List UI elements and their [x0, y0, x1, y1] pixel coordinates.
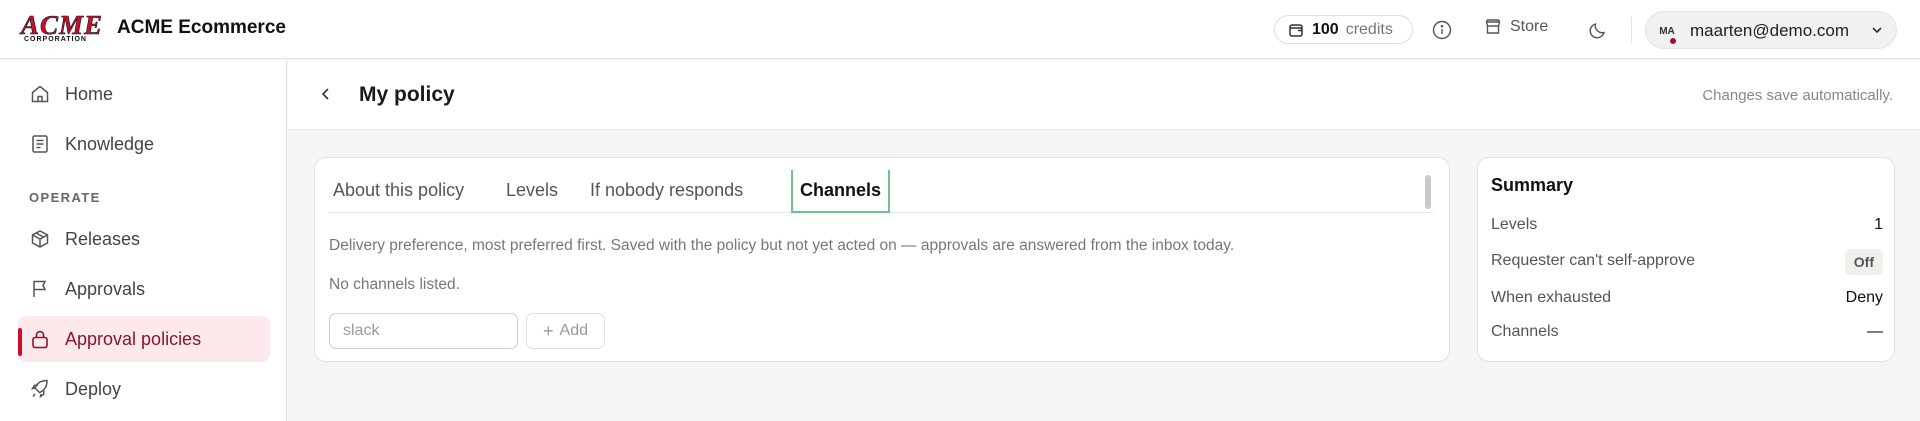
- policy-editor-card: About this policy Levels If nobody respo…: [314, 157, 1450, 362]
- channels-description: Delivery preference, most preferred firs…: [329, 237, 1235, 254]
- summary-key: Channels: [1491, 323, 1559, 340]
- box-icon: [31, 230, 49, 248]
- summary-key: Requester can't self-approve: [1491, 252, 1696, 269]
- summary-row-when-exhausted: When exhausted Deny: [1491, 285, 1883, 313]
- avatar: MA: [1659, 25, 1675, 37]
- sidebar-item-label: Releases: [65, 229, 141, 249]
- channel-input[interactable]: [329, 313, 518, 349]
- sidebar-item-deploy[interactable]: Deploy: [18, 366, 270, 412]
- theme-toggle-button[interactable]: [1587, 19, 1609, 41]
- book-icon: [32, 135, 48, 153]
- store-icon: [1485, 19, 1501, 34]
- plus-icon: +: [543, 321, 554, 341]
- credits-badge[interactable]: 100 credits: [1274, 15, 1413, 44]
- store-label: Store: [1510, 18, 1549, 35]
- wallet-icon: [1289, 23, 1303, 37]
- acme-logo[interactable]: ACME CORPORATION: [21, 10, 103, 47]
- app-title: ACME Ecommerce: [117, 17, 286, 38]
- user-email: maarten@demo.com: [1690, 21, 1849, 40]
- sidebar-item-label: Home: [65, 84, 114, 104]
- tab-scrollbar[interactable]: [1425, 175, 1431, 209]
- active-indicator: [18, 328, 22, 356]
- moon-icon: [1589, 23, 1605, 39]
- tab-about-this-policy[interactable]: About this policy: [333, 180, 464, 201]
- sidebar-item-approvals[interactable]: Approvals: [18, 266, 270, 312]
- sidebar-item-releases[interactable]: Releases: [18, 216, 270, 262]
- sidebar-item-approval-policies[interactable]: Approval policies: [18, 316, 270, 362]
- info-icon: [1432, 20, 1452, 40]
- info-button[interactable]: [1431, 19, 1453, 41]
- home-icon: [31, 85, 49, 103]
- sidebar-item-home[interactable]: Home: [18, 71, 270, 117]
- status-dot: [1670, 38, 1676, 44]
- sidebar-section-label: OPERATE: [29, 190, 101, 205]
- add-button-label: Add: [559, 322, 588, 339]
- autosave-note: Changes save automatically.: [1702, 87, 1893, 104]
- page-title: My policy: [359, 83, 455, 106]
- add-channel-button[interactable]: + Add: [526, 313, 605, 349]
- tab-channels[interactable]: Channels: [791, 170, 891, 213]
- summary-row-channels: Channels —: [1491, 319, 1883, 347]
- summary-card: Summary Levels 1 Requester can't self-ap…: [1477, 157, 1895, 362]
- status-badge: Off: [1844, 249, 1883, 275]
- top-bar: ACME CORPORATION ACME Ecommerce 100 cred…: [0, 0, 1920, 59]
- summary-row-self-approve: Requester can't self-approve Off: [1491, 248, 1883, 276]
- sidebar-item-label: Deploy: [65, 379, 122, 399]
- tab-levels[interactable]: Levels: [506, 180, 558, 201]
- sidebar-item-knowledge[interactable]: Knowledge: [18, 121, 270, 167]
- channels-empty-state: No channels listed.: [329, 276, 460, 293]
- sidebar-item-label: Approval policies: [65, 329, 202, 349]
- store-button[interactable]: Store: [1484, 18, 1548, 36]
- chevron-left-icon: [321, 88, 329, 100]
- flag-icon: [33, 280, 47, 297]
- logo-subtext: CORPORATION: [24, 36, 87, 43]
- rocket-icon: [30, 379, 48, 399]
- credits-label: credits: [1345, 20, 1393, 38]
- lock-icon: [32, 330, 48, 349]
- summary-title: Summary: [1491, 175, 1574, 195]
- sidebar: Home Knowledge OPERATE Releases Approval…: [0, 60, 287, 421]
- tab-if-nobody-responds[interactable]: If nobody responds: [590, 180, 743, 201]
- header-divider: [1631, 17, 1632, 43]
- sidebar-item-label: Knowledge: [65, 134, 155, 154]
- page-header: My policy Changes save automatically.: [288, 60, 1920, 130]
- sidebar-item-label: Approvals: [65, 279, 146, 299]
- user-menu-button[interactable]: MA maarten@demo.com: [1645, 11, 1897, 49]
- summary-value: —: [1867, 323, 1883, 340]
- summary-key: Levels: [1491, 216, 1538, 233]
- summary-row-levels: Levels 1: [1491, 212, 1883, 240]
- summary-key: When exhausted: [1491, 289, 1612, 306]
- credits-value: 100: [1312, 20, 1339, 38]
- summary-value: 1: [1874, 216, 1883, 233]
- chevron-down-icon: [1872, 27, 1882, 34]
- back-button[interactable]: [318, 86, 334, 102]
- tab-bar: About this policy Levels If nobody respo…: [328, 170, 1433, 213]
- summary-value: Deny: [1845, 289, 1883, 306]
